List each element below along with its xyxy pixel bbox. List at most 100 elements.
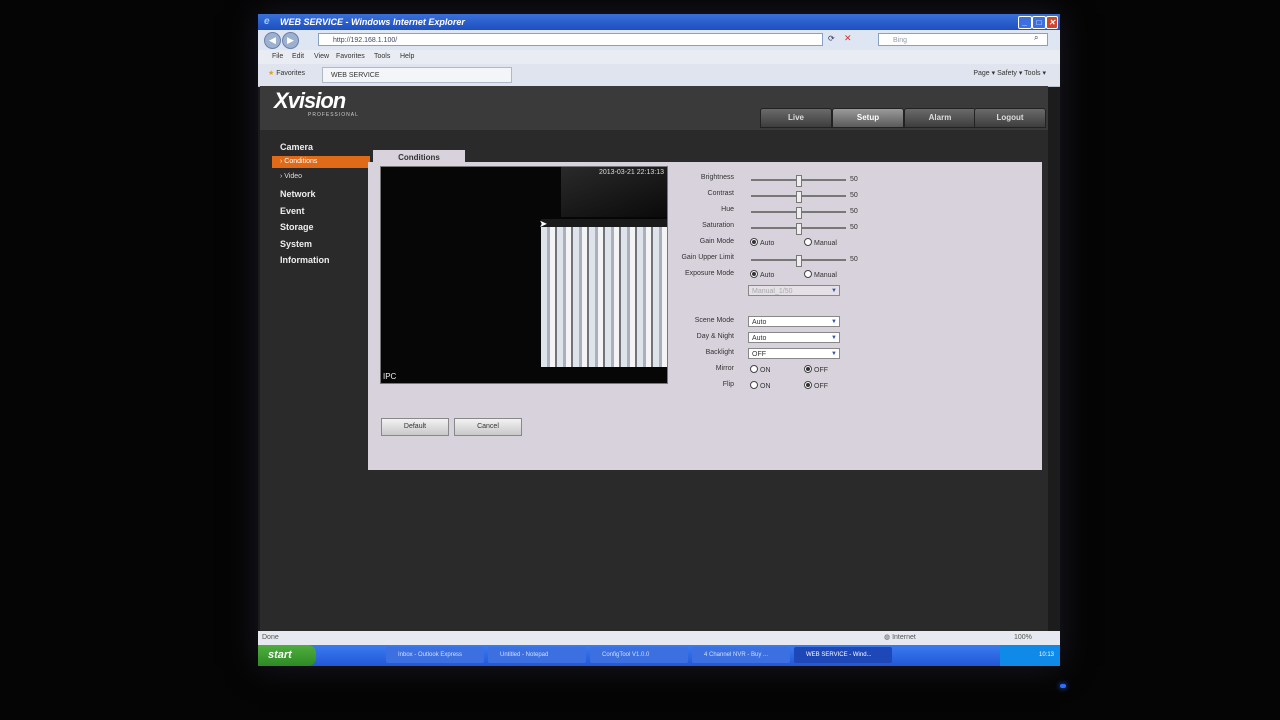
gain-upper-knob[interactable] (796, 255, 802, 267)
brightness-knob[interactable] (796, 175, 802, 187)
minimize-button[interactable]: _ (1018, 16, 1032, 29)
star-icon: ★ (268, 70, 275, 77)
taskbar-item-notepad[interactable]: Untitled - Notepad (488, 647, 586, 663)
brightness-label: Brightness (700, 174, 734, 181)
start-button[interactable]: start (258, 645, 316, 666)
brightness-slider[interactable] (751, 175, 846, 187)
search-input[interactable]: Bing (878, 33, 1048, 46)
sidebar-item-storage[interactable]: Storage (280, 222, 314, 232)
menu-help[interactable]: Help (400, 50, 414, 64)
ie-icon: e (264, 16, 270, 27)
menu-edit[interactable]: Edit (292, 50, 304, 64)
menu-tools[interactable]: Tools (374, 50, 390, 64)
nav-setup[interactable]: Setup (832, 108, 904, 128)
menu-favorites[interactable]: Favorites (336, 50, 365, 64)
mouse-cursor-icon: ➤ (539, 219, 548, 230)
cancel-button[interactable]: Cancel (454, 418, 522, 436)
mirror-on-radio[interactable]: ON (750, 365, 771, 374)
gain-upper-slider[interactable] (751, 255, 846, 267)
hue-slider[interactable] (751, 207, 846, 219)
chevron-down-icon: ▼ (831, 335, 837, 341)
sidebar: Camera › Conditions › Video Network Even… (260, 130, 370, 631)
exposure-mode-label: Exposure Mode (684, 270, 734, 277)
gain-mode-manual-radio[interactable]: Manual (804, 238, 837, 247)
power-led (1060, 684, 1066, 688)
saturation-value: 50 (850, 224, 858, 231)
nav-logout[interactable]: Logout (974, 108, 1046, 128)
backlight-label: Backlight (705, 349, 734, 356)
menu-bar: File Edit View Favorites Tools Help (258, 50, 1060, 64)
nav-alarm[interactable]: Alarm (904, 108, 976, 128)
preview-overlay-label: IPC (383, 372, 397, 381)
saturation-slider[interactable] (751, 223, 846, 235)
mirror-off-radio[interactable]: OFF (804, 365, 828, 374)
chevron-down-icon: ▼ (831, 319, 837, 325)
address-input[interactable]: http://192.168.1.100/ (318, 33, 823, 46)
address-row: ◀ ▶ http://192.168.1.100/ ⟳ ✕ Bing ⌕ (258, 30, 1060, 50)
saturation-label: Saturation (702, 222, 734, 229)
taskbar: start Inbox - Outlook Express Untitled -… (258, 645, 1060, 666)
refresh-icon[interactable]: ⟳ (828, 34, 835, 43)
logo-subtitle: PROFESSIONAL (308, 112, 359, 118)
gain-mode-label: Gain Mode (699, 238, 734, 245)
saturation-knob[interactable] (796, 223, 802, 235)
back-icon[interactable]: ◀ (264, 32, 281, 49)
stop-icon[interactable]: ✕ (844, 33, 852, 44)
default-button[interactable]: Default (381, 418, 449, 436)
contrast-knob[interactable] (796, 191, 802, 203)
monitor-screen: e WEB SERVICE - Windows Internet Explore… (258, 14, 1060, 666)
sidebar-item-video[interactable]: › Video (280, 173, 302, 180)
conditions-panel: ➤ 2013-03-21 22:13:13 IPC Brightness 50 … (368, 162, 1042, 470)
close-button[interactable]: ✕ (1046, 16, 1058, 29)
status-bar: Done ◍ Internet 100% (258, 631, 1060, 645)
web-page: Xvision PROFESSIONAL Live Setup Alarm Lo… (260, 86, 1048, 631)
exposure-auto-radio[interactable]: Auto (750, 270, 774, 279)
chevron-down-icon: ▼ (831, 288, 837, 294)
nav-live[interactable]: Live (760, 108, 832, 128)
sidebar-item-camera[interactable]: Camera (280, 142, 313, 152)
exposure-manual-radio[interactable]: Manual (804, 270, 837, 279)
zoom-level[interactable]: 100% (1014, 631, 1032, 645)
taskbar-item-outlook[interactable]: Inbox - Outlook Express (386, 647, 484, 663)
hue-knob[interactable] (796, 207, 802, 219)
contrast-slider[interactable] (751, 191, 846, 203)
menu-view[interactable]: View (314, 50, 329, 64)
sidebar-item-system[interactable]: System (280, 239, 312, 249)
chevron-down-icon: ▼ (831, 351, 837, 357)
sidebar-item-network[interactable]: Network (280, 189, 316, 199)
hue-label: Hue (721, 206, 734, 213)
globe-icon: ◍ (884, 634, 891, 641)
maximize-button[interactable]: □ (1032, 16, 1046, 29)
search-icon[interactable]: ⌕ (1034, 33, 1038, 43)
hue-value: 50 (850, 208, 858, 215)
gain-mode-auto-radio[interactable]: Auto (750, 238, 774, 247)
contrast-value: 50 (850, 192, 858, 199)
sidebar-item-information[interactable]: Information (280, 255, 330, 265)
favorites-bar: ★ Favorites WEB SERVICE Page ▾ Safety ▾ … (258, 64, 1060, 87)
taskbar-item-webservice[interactable]: WEB SERVICE - Wind... (794, 647, 892, 663)
flip-on-radio[interactable]: ON (750, 381, 771, 390)
command-bar-tools[interactable]: Page ▾ Safety ▾ Tools ▾ (973, 69, 1046, 77)
exposure-select: Manual_1/50 ▼ (748, 285, 840, 296)
favorites-button[interactable]: ★ Favorites (268, 69, 305, 77)
scene-mode-select[interactable]: Auto ▼ (748, 316, 840, 327)
contrast-label: Contrast (707, 190, 734, 197)
system-tray: 10:13 (1000, 645, 1060, 666)
sidebar-item-conditions[interactable]: › Conditions (272, 156, 370, 168)
sidebar-item-event[interactable]: Event (280, 206, 305, 216)
brightness-value: 50 (850, 176, 858, 183)
flip-off-radio[interactable]: OFF (804, 381, 828, 390)
scene-mode-label: Scene Mode (694, 317, 734, 324)
taskbar-item-configtool[interactable]: ConfigTool V1.0.0 (590, 647, 688, 663)
backlight-select[interactable]: OFF ▼ (748, 348, 840, 359)
flip-label: Flip (722, 381, 734, 388)
preview-timestamp: 2013-03-21 22:13:13 (599, 169, 664, 176)
taskbar-item-nvr[interactable]: 4 Channel NVR - Buy ... (692, 647, 790, 663)
gain-upper-value: 50 (850, 256, 858, 263)
menu-file[interactable]: File (272, 50, 283, 64)
day-night-select[interactable]: Auto ▼ (748, 332, 840, 343)
mirror-label: Mirror (715, 365, 734, 372)
clock: 10:13 (1038, 652, 1054, 658)
browser-tab[interactable]: WEB SERVICE (322, 67, 512, 83)
forward-icon[interactable]: ▶ (282, 32, 299, 49)
